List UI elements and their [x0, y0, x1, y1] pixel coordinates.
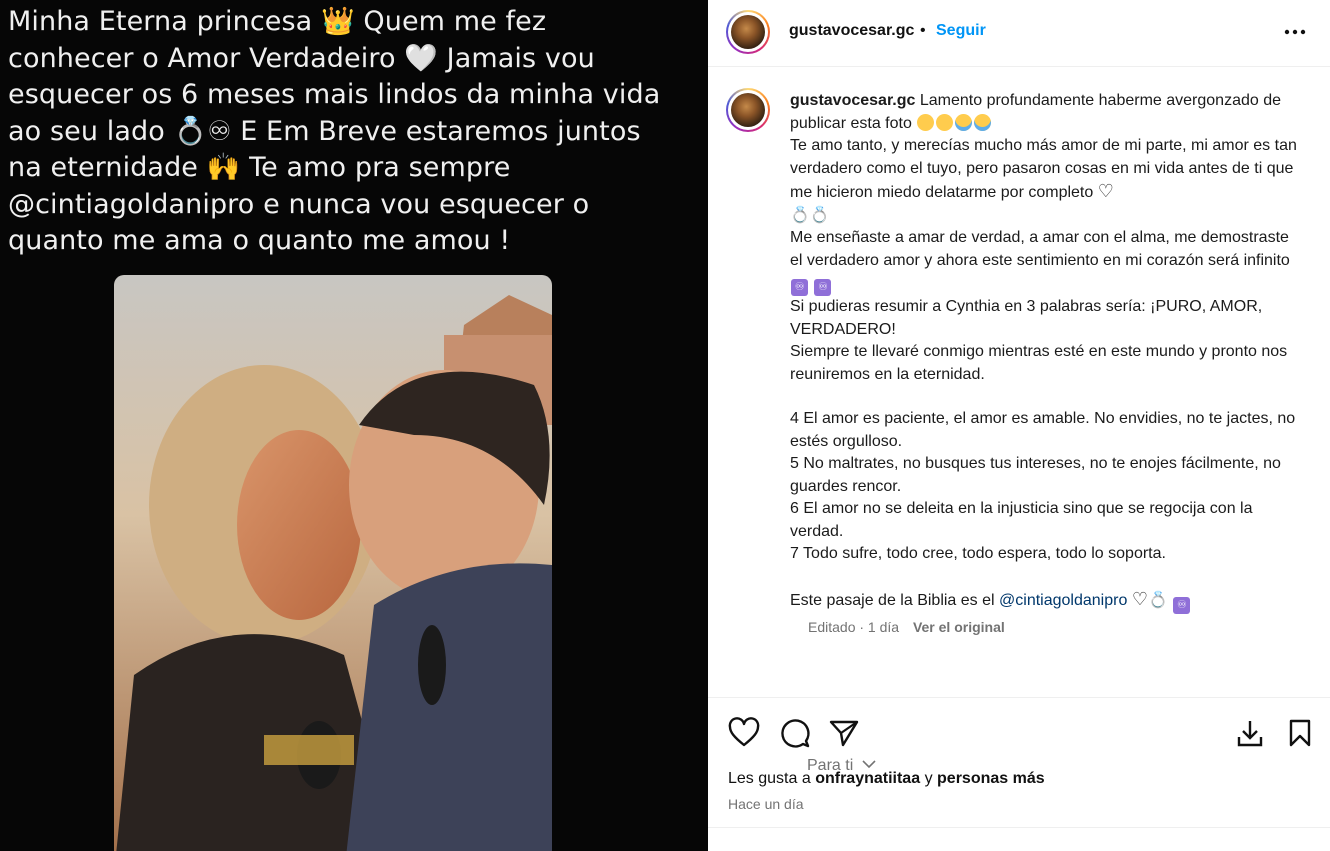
- caption-verse-6: 6 El amor no se deleita en la injusticia…: [790, 500, 1253, 540]
- download-icon[interactable]: [1234, 717, 1266, 749]
- caption-verse-5: 5 No maltrates, no busques tus intereses…: [790, 455, 1281, 495]
- infinity-box-icon: ♾: [791, 279, 808, 296]
- heart-outline-icon: ♡: [1131, 588, 1148, 609]
- post-detail-panel: gustavocesar.gc • Seguir gustavocesar.gc…: [708, 0, 1330, 851]
- more-options-icon[interactable]: [1282, 22, 1308, 42]
- liker-username[interactable]: onfraynatiitaa: [815, 770, 920, 787]
- caption-verse-4: 4 El amor es paciente, el amor es amable…: [790, 410, 1296, 450]
- caption-paragraph-4: Siempre te llevaré conmigo mientras esté…: [790, 343, 1288, 383]
- post-actions: Les gusta a onfraynatiitaa y personas má…: [708, 697, 1330, 828]
- follow-button[interactable]: Seguir: [936, 22, 986, 40]
- infinity-box-icon: ♾: [1173, 596, 1191, 614]
- ring-icon: 💍: [1147, 591, 1168, 609]
- see-original-link[interactable]: Ver el original: [913, 619, 1005, 635]
- caption-closing: Este pasaje de la Biblia es el: [790, 591, 995, 609]
- caption-paragraph-2: Me enseñaste a amar de verdad, a amar co…: [790, 229, 1290, 269]
- crying-face-icon: [974, 113, 992, 131]
- mention-link[interactable]: @cintiagoldanipro: [999, 592, 1127, 609]
- comment-icon[interactable]: [779, 717, 811, 749]
- sad-face-icon: [917, 113, 935, 131]
- caption-meta: Editado · 1 día Ver el original: [808, 619, 1005, 635]
- divider: [708, 827, 1330, 828]
- post-header: gustavocesar.gc • Seguir: [708, 0, 1330, 67]
- caption-username[interactable]: gustavocesar.gc: [790, 92, 915, 109]
- sad-face-icon: [936, 113, 954, 131]
- media-overlay-text: Minha Eterna princesa 👑 Quem me fez conh…: [8, 6, 661, 256]
- heart-outline-icon: ♡: [1097, 181, 1114, 201]
- author-avatar[interactable]: [726, 10, 770, 54]
- caption-avatar[interactable]: [726, 88, 770, 132]
- post-photo: [114, 275, 552, 851]
- infinity-box-icon: ♾: [814, 279, 832, 296]
- likes-conjunction: y: [924, 770, 933, 787]
- crying-face-icon: [955, 113, 973, 131]
- edited-label: Editado · 1 día: [808, 619, 900, 635]
- caption-paragraph-3: Si pudieras resumir a Cynthia en 3 palab…: [790, 298, 1263, 338]
- caption-verse-7: 7 Todo sufre, todo cree, todo espera, to…: [790, 545, 1166, 562]
- author-username[interactable]: gustavocesar.gc: [789, 22, 914, 40]
- ring-icon: 💍💍: [790, 206, 830, 224]
- caption-text: gustavocesar.gc Lamento profundamente ha…: [790, 90, 1300, 614]
- post-timestamp: Hace un día: [728, 796, 804, 812]
- post-media[interactable]: Minha Eterna princesa 👑 Quem me fez conh…: [0, 0, 708, 851]
- separator-dot: •: [920, 22, 926, 39]
- likes-others[interactable]: personas más: [937, 770, 1045, 787]
- like-heart-icon[interactable]: [728, 717, 760, 749]
- share-icon[interactable]: [828, 717, 860, 749]
- caption-paragraph-1: Te amo tanto, y merecías mucho más amor …: [790, 137, 1297, 201]
- likes-prefix: Les gusta a: [728, 770, 811, 787]
- couple-photo-illustration: [114, 275, 552, 851]
- likes-summary[interactable]: Les gusta a onfraynatiitaa y personas má…: [728, 770, 1045, 788]
- save-bookmark-icon[interactable]: [1284, 717, 1316, 749]
